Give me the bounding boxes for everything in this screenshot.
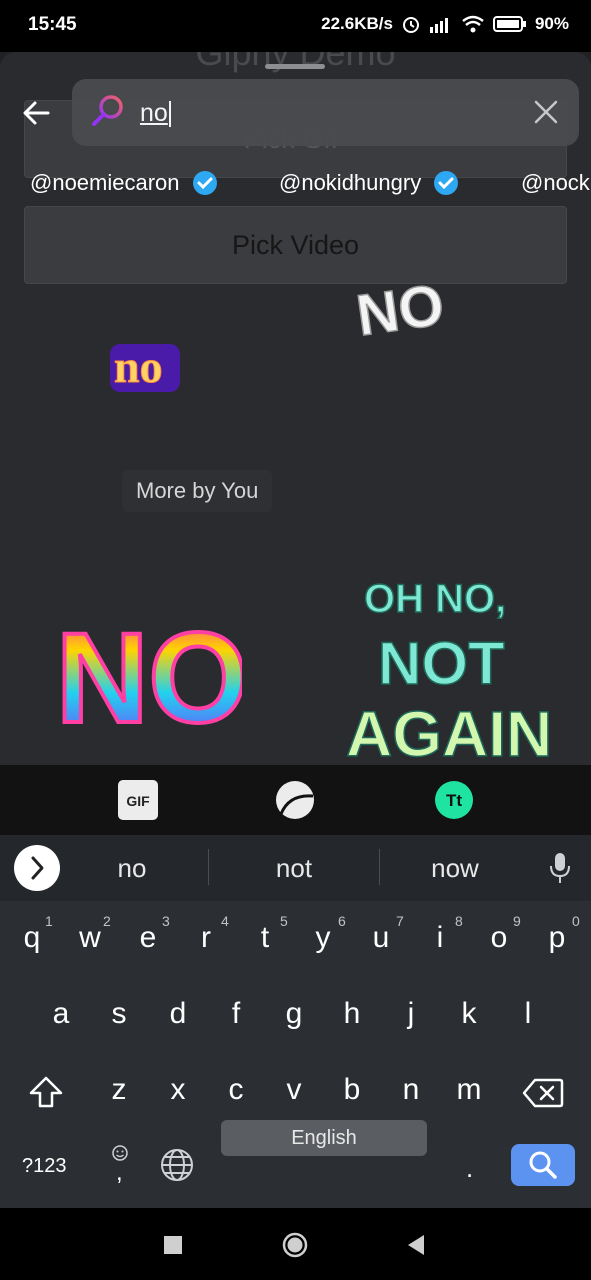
status-icons: 22.6KB/s 90% [321, 14, 569, 34]
sticker-oh-no-not-again[interactable]: OH NO, NOT AGAIN! [342, 572, 574, 765]
sticker-no-purple[interactable]: no [108, 338, 184, 401]
app-title: Giphy Demo [195, 52, 396, 73]
battery-icon [492, 16, 526, 32]
suggestion-strip: no not now [0, 835, 591, 901]
home-icon[interactable] [282, 1232, 308, 1258]
sticker-no-rainbow[interactable]: NO [52, 605, 250, 752]
drag-handle[interactable] [265, 64, 325, 69]
key-y[interactable]: y [303, 921, 343, 955]
divider [208, 849, 209, 885]
expand-arrow-icon[interactable] [14, 845, 60, 891]
suggestion-item[interactable]: no [72, 853, 192, 884]
key-hint-8: 8 [455, 913, 463, 929]
close-icon[interactable] [533, 99, 559, 125]
microphone-icon[interactable] [548, 851, 572, 885]
system-nav-bar [0, 1208, 591, 1280]
svg-text:Tt: Tt [446, 791, 462, 810]
battery-percent: 90% [534, 14, 569, 33]
more-by-you-label[interactable]: More by You [122, 470, 273, 512]
key-k[interactable]: k [449, 997, 489, 1031]
content-type-bar: GIF Tt [0, 765, 591, 835]
key-s[interactable]: s [99, 997, 139, 1031]
status-time: 15:45 [28, 14, 77, 35]
key-z[interactable]: z [99, 1073, 139, 1107]
key-f[interactable]: f [216, 997, 256, 1031]
key-hint-4: 4 [221, 913, 229, 929]
status-bar: 15:45 22.6KB/s 90% [0, 0, 591, 52]
period-key[interactable]: . [466, 1153, 473, 1184]
key-hint-9: 9 [513, 913, 521, 929]
shift-icon[interactable] [28, 1075, 64, 1109]
sticker-no-scribble[interactable]: NO [352, 270, 449, 349]
svg-text:NOT: NOT [378, 630, 505, 697]
text-tab[interactable]: Tt [434, 780, 474, 820]
key-hint-5: 5 [280, 913, 288, 929]
key-hint-6: 6 [338, 913, 346, 929]
key-d[interactable]: d [158, 997, 198, 1031]
key-hint-0: 0 [572, 913, 580, 929]
network-speed: 22.6KB/s [321, 14, 393, 33]
key-g[interactable]: g [274, 997, 314, 1031]
search-field[interactable]: no [72, 79, 579, 146]
key-i[interactable]: i [420, 921, 460, 955]
svg-text:no: no [114, 341, 163, 392]
svg-text:NO: NO [353, 272, 444, 340]
channel-item[interactable]: @noemiecaron [30, 170, 218, 196]
verified-badge-icon [192, 171, 217, 195]
wifi-icon [462, 15, 484, 33]
svg-text:GIF: GIF [126, 793, 150, 809]
key-x[interactable]: x [158, 1073, 198, 1107]
search-action-key[interactable] [511, 1144, 575, 1186]
key-hint-7: 7 [396, 913, 404, 929]
svg-text:OH NO,: OH NO, [364, 577, 506, 621]
key-r[interactable]: r [186, 921, 226, 955]
key-c[interactable]: c [216, 1073, 256, 1107]
key-hint-1: 1 [45, 913, 53, 929]
symbols-key[interactable]: ?123 [22, 1155, 67, 1178]
key-v[interactable]: v [274, 1073, 314, 1107]
pick-video-button[interactable]: Pick Video [24, 206, 567, 284]
app-content: Giphy Demo Pick GIF Pick Video no @noemi… [0, 52, 591, 765]
key-m[interactable]: m [449, 1073, 489, 1107]
keyboard: no not now q w e r t y u i o p 1 2 3 4 5… [0, 835, 591, 1208]
channel-item[interactable]: @nock [521, 170, 590, 196]
giphy-dialog: Giphy Demo Pick GIF Pick Video no @noemi… [0, 52, 591, 765]
sticker-icon[interactable] [275, 780, 315, 820]
back-arrow-icon[interactable] [20, 96, 54, 130]
search-icon [92, 95, 123, 126]
suggestion-item[interactable]: now [395, 853, 515, 884]
key-h[interactable]: h [332, 997, 372, 1031]
space-key[interactable]: English [221, 1120, 427, 1156]
key-j[interactable]: j [391, 997, 431, 1031]
key-hint-3: 3 [162, 913, 170, 929]
search-icon [529, 1151, 557, 1179]
key-b[interactable]: b [332, 1073, 372, 1107]
signal-icon [429, 18, 448, 33]
channel-item[interactable]: @nokidhungry [279, 170, 459, 196]
key-p[interactable]: p [537, 921, 577, 955]
suggestion-item[interactable]: not [234, 853, 354, 884]
svg-text:NO: NO [56, 612, 242, 734]
comma-label: , [116, 1159, 123, 1186]
key-a[interactable]: a [41, 997, 81, 1031]
emoji-comma-key[interactable]: , [110, 1143, 130, 1186]
key-n[interactable]: n [391, 1073, 431, 1107]
globe-icon[interactable] [160, 1148, 194, 1182]
backspace-icon[interactable] [522, 1077, 564, 1109]
recents-icon[interactable] [164, 1236, 182, 1254]
alarm-icon [402, 17, 419, 33]
key-l[interactable]: l [508, 997, 548, 1031]
search-input[interactable]: no [140, 99, 171, 128]
svg-text:AGAIN!: AGAIN! [346, 698, 552, 765]
key-u[interactable]: u [361, 921, 401, 955]
key-hint-2: 2 [103, 913, 111, 929]
gif-tab[interactable]: GIF [118, 780, 158, 820]
key-t[interactable]: t [245, 921, 285, 955]
verified-badge-icon [434, 171, 459, 195]
back-icon[interactable] [406, 1234, 426, 1256]
channel-suggestions: @noemiecaron @nokidhungry @nock [0, 170, 591, 200]
divider [379, 849, 380, 885]
